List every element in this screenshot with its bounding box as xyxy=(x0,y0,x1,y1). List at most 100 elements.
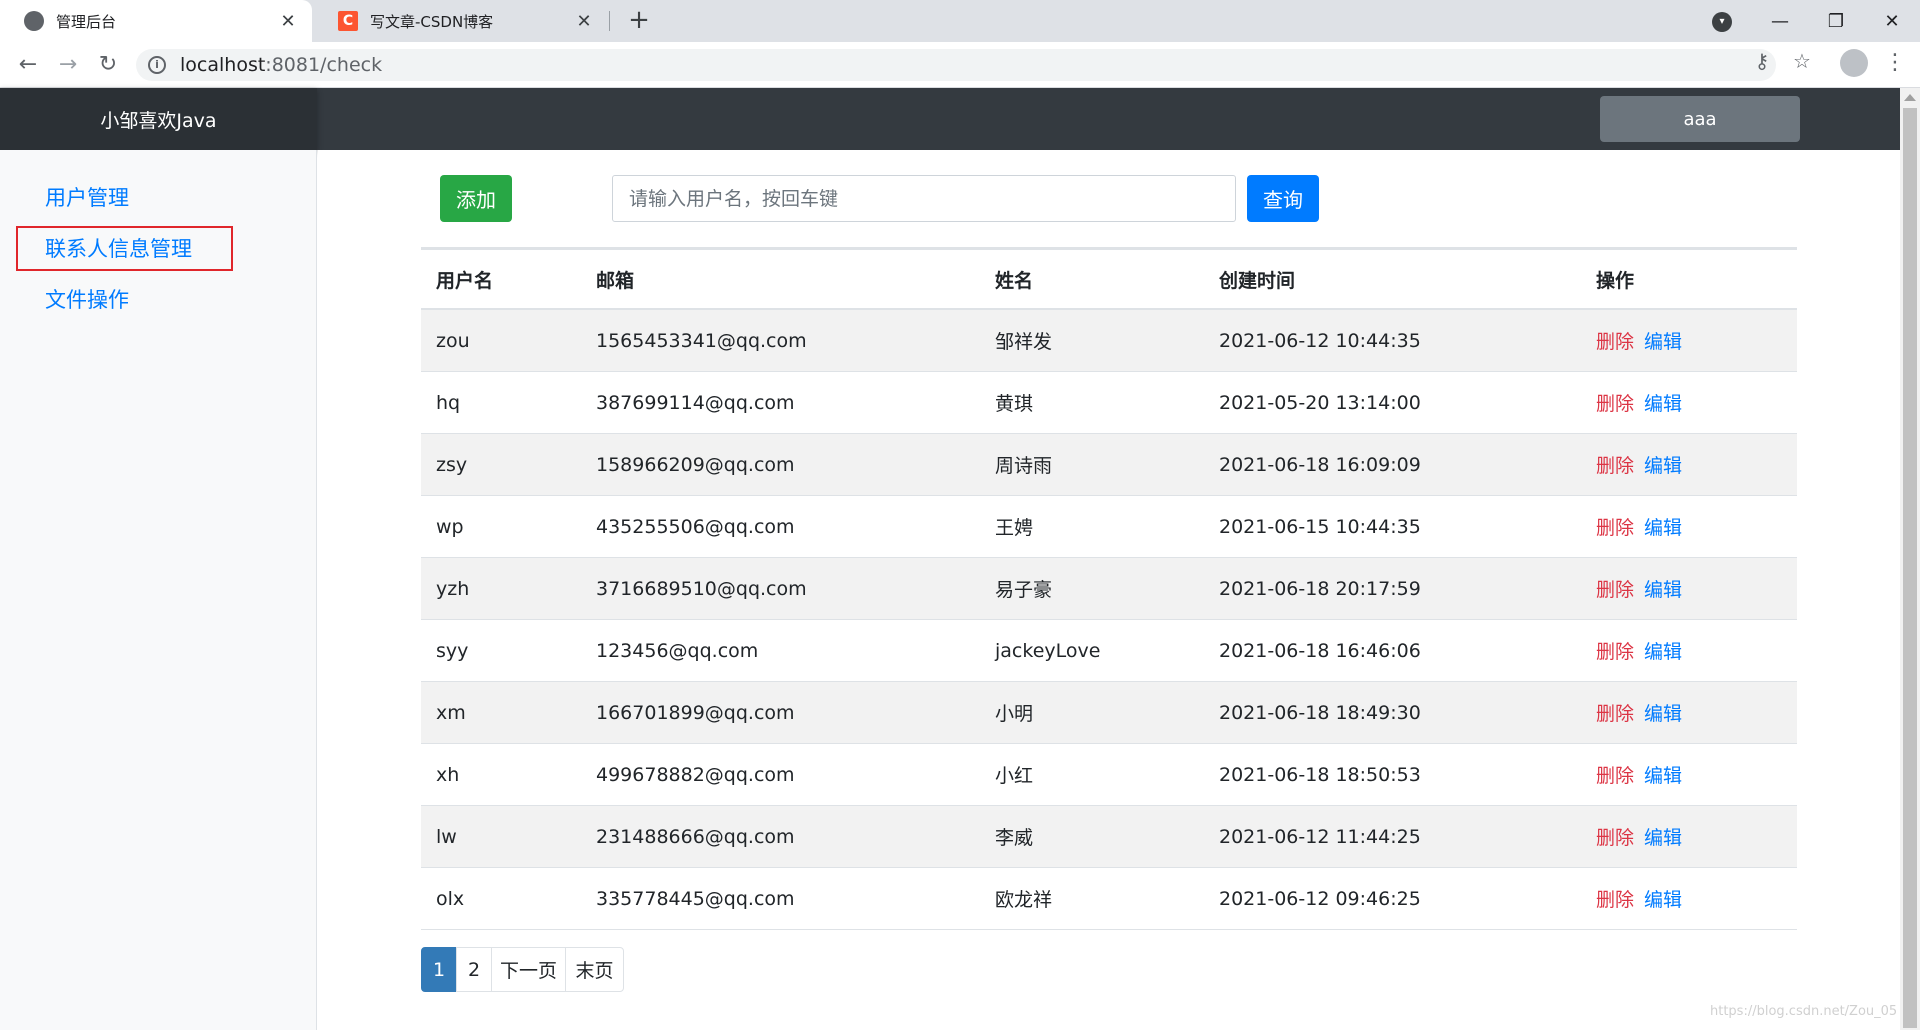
edit-link[interactable]: 编辑 xyxy=(1644,327,1682,354)
url-field[interactable]: i localhost:8081/check xyxy=(136,49,1776,81)
maximize-button[interactable]: ❐ xyxy=(1808,0,1864,42)
forward-icon[interactable]: → xyxy=(54,51,82,79)
address-bar: ← → ↻ i localhost:8081/check ⚷ ☆ xyxy=(0,42,1920,88)
edit-link[interactable]: 编辑 xyxy=(1644,637,1682,664)
delete-link[interactable]: 删除 xyxy=(1596,699,1634,726)
table-row: xm 166701899@qq.com 小明 2021-06-18 18:49:30 删… xyxy=(421,682,1797,744)
url-text: localhost:8081/check xyxy=(180,54,382,76)
cell-email: 499678882@qq.com xyxy=(596,763,795,786)
minimize-button[interactable]: — xyxy=(1752,0,1808,42)
delete-link[interactable]: 删除 xyxy=(1596,451,1634,478)
cell-created: 2021-06-18 16:09:09 xyxy=(1219,453,1421,476)
profile-avatar-icon[interactable] xyxy=(1840,49,1868,77)
delete-link[interactable]: 删除 xyxy=(1596,575,1634,602)
search-input[interactable] xyxy=(612,175,1236,222)
edit-link[interactable]: 编辑 xyxy=(1644,513,1682,540)
back-icon[interactable]: ← xyxy=(14,51,42,79)
table-row: hq 387699114@qq.com 黄琪 2021-05-20 13:14:00 删… xyxy=(421,372,1797,434)
tab-search-icon[interactable]: ▾ xyxy=(1712,12,1732,32)
cell-created: 2021-06-12 09:46:25 xyxy=(1219,887,1421,910)
edit-link[interactable]: 编辑 xyxy=(1644,575,1682,602)
cell-username: wp xyxy=(436,515,464,538)
cell-actions: 删除 编辑 xyxy=(1596,620,1682,681)
cell-actions: 删除 编辑 xyxy=(1596,744,1682,805)
cell-actions: 删除 编辑 xyxy=(1596,496,1682,557)
page-2-button[interactable]: 2 xyxy=(456,947,492,992)
delete-link[interactable]: 删除 xyxy=(1596,761,1634,788)
header-name: 姓名 xyxy=(995,269,1034,292)
cell-email: 435255506@qq.com xyxy=(596,515,795,538)
page-scrollbar[interactable] xyxy=(1900,88,1920,1030)
sidebar-item-contact-management[interactable]: 联系人信息管理 xyxy=(45,233,192,263)
delete-link[interactable]: 删除 xyxy=(1596,389,1634,416)
tab-csdn[interactable]: C 写文章-CSDN博客 ✕ xyxy=(314,0,608,42)
delete-link[interactable]: 删除 xyxy=(1596,513,1634,540)
table-row: lw 231488666@qq.com 李威 2021-06-12 11:44:25 删… xyxy=(421,806,1797,868)
cell-actions: 删除 编辑 xyxy=(1596,310,1682,371)
cell-created: 2021-06-18 16:46:06 xyxy=(1219,639,1421,662)
cell-name: 周诗雨 xyxy=(995,455,1053,477)
sidebar-item-user-management[interactable]: 用户管理 xyxy=(45,182,129,212)
reload-icon[interactable]: ↻ xyxy=(94,51,122,79)
edit-link[interactable]: 编辑 xyxy=(1644,823,1682,850)
users-table: 用户名 邮箱 姓名 创建时间 操作 zou 1565453341@qq.com 邹祥… xyxy=(421,247,1797,930)
browser-tab-bar: 管理后台 ✕ C 写文章-CSDN博客 ✕ + ▾ — ❐ ✕ xyxy=(0,0,1920,42)
edit-link[interactable]: 编辑 xyxy=(1644,699,1682,726)
user-button[interactable]: aaa xyxy=(1600,96,1800,142)
new-tab-button[interactable]: + xyxy=(624,6,654,36)
cell-email: 166701899@qq.com xyxy=(596,701,795,724)
scrollbar-thumb[interactable] xyxy=(1903,108,1917,1028)
header-created: 创建时间 xyxy=(1219,269,1296,292)
page-1-button[interactable]: 1 xyxy=(421,947,457,992)
table-row: olx 335778445@qq.com 欧龙祥 2021-06-12 09:46:2… xyxy=(421,868,1797,930)
delete-link[interactable]: 删除 xyxy=(1596,637,1634,664)
cell-name: jackeyLove xyxy=(995,639,1101,662)
scroll-up-icon[interactable] xyxy=(1904,94,1916,101)
tab-admin[interactable]: 管理后台 ✕ xyxy=(0,0,312,42)
next-page-button[interactable]: 下一页 xyxy=(491,947,566,992)
cell-username: yzh xyxy=(436,577,470,600)
tab-separator xyxy=(609,11,610,31)
cell-created: 2021-06-18 18:49:30 xyxy=(1219,701,1421,724)
close-window-button[interactable]: ✕ xyxy=(1864,0,1920,42)
header-email: 邮箱 xyxy=(596,269,635,292)
sidebar: 用户管理 联系人信息管理 文件操作 xyxy=(0,150,317,1030)
delete-link[interactable]: 删除 xyxy=(1596,823,1634,850)
table-row: yzh 3716689510@qq.com 易子豪 2021-06-18 20:17:… xyxy=(421,558,1797,620)
url-path: :8081/check xyxy=(265,54,383,76)
info-icon[interactable]: i xyxy=(148,56,166,74)
tab-title: 写文章-CSDN博客 xyxy=(370,12,494,31)
edit-link[interactable]: 编辑 xyxy=(1644,885,1682,912)
key-icon[interactable]: ⚷ xyxy=(1748,47,1776,75)
add-button[interactable]: 添加 xyxy=(440,175,512,222)
cell-email: 1565453341@qq.com xyxy=(596,329,807,352)
cell-username: xm xyxy=(436,701,466,724)
query-button[interactable]: 查询 xyxy=(1247,175,1319,222)
cell-name: 邹祥发 xyxy=(995,331,1053,353)
globe-icon xyxy=(24,11,44,31)
edit-link[interactable]: 编辑 xyxy=(1644,451,1682,478)
table-row: syy 123456@qq.com jackeyLove 2021-06-18 16:… xyxy=(421,620,1797,682)
close-tab-icon[interactable]: ✕ xyxy=(570,11,598,32)
sidebar-item-file-operations[interactable]: 文件操作 xyxy=(45,284,129,314)
star-icon[interactable]: ☆ xyxy=(1788,47,1816,75)
cell-username: zsy xyxy=(436,453,468,476)
cell-name: 欧龙祥 xyxy=(995,889,1053,911)
close-tab-icon[interactable]: ✕ xyxy=(274,11,302,32)
table-row: wp 435255506@qq.com 王娉 2021-06-15 10:44:35 删… xyxy=(421,496,1797,558)
cell-actions: 删除 编辑 xyxy=(1596,868,1682,929)
cell-actions: 删除 编辑 xyxy=(1596,434,1682,495)
edit-link[interactable]: 编辑 xyxy=(1644,389,1682,416)
edit-link[interactable]: 编辑 xyxy=(1644,761,1682,788)
header-actions: 操作 xyxy=(1596,269,1635,292)
cell-created: 2021-06-12 10:44:35 xyxy=(1219,329,1421,352)
last-page-button[interactable]: 末页 xyxy=(565,947,624,992)
cell-name: 易子豪 xyxy=(995,579,1053,601)
delete-link[interactable]: 删除 xyxy=(1596,885,1634,912)
cell-username: lw xyxy=(436,825,457,848)
cell-email: 231488666@qq.com xyxy=(596,825,795,848)
cell-name: 黄琪 xyxy=(995,393,1034,415)
browser-menu-icon[interactable]: ⋮ xyxy=(1884,49,1906,77)
delete-link[interactable]: 删除 xyxy=(1596,327,1634,354)
table-row: xh 499678882@qq.com 小红 2021-06-18 18:50:53 删… xyxy=(421,744,1797,806)
